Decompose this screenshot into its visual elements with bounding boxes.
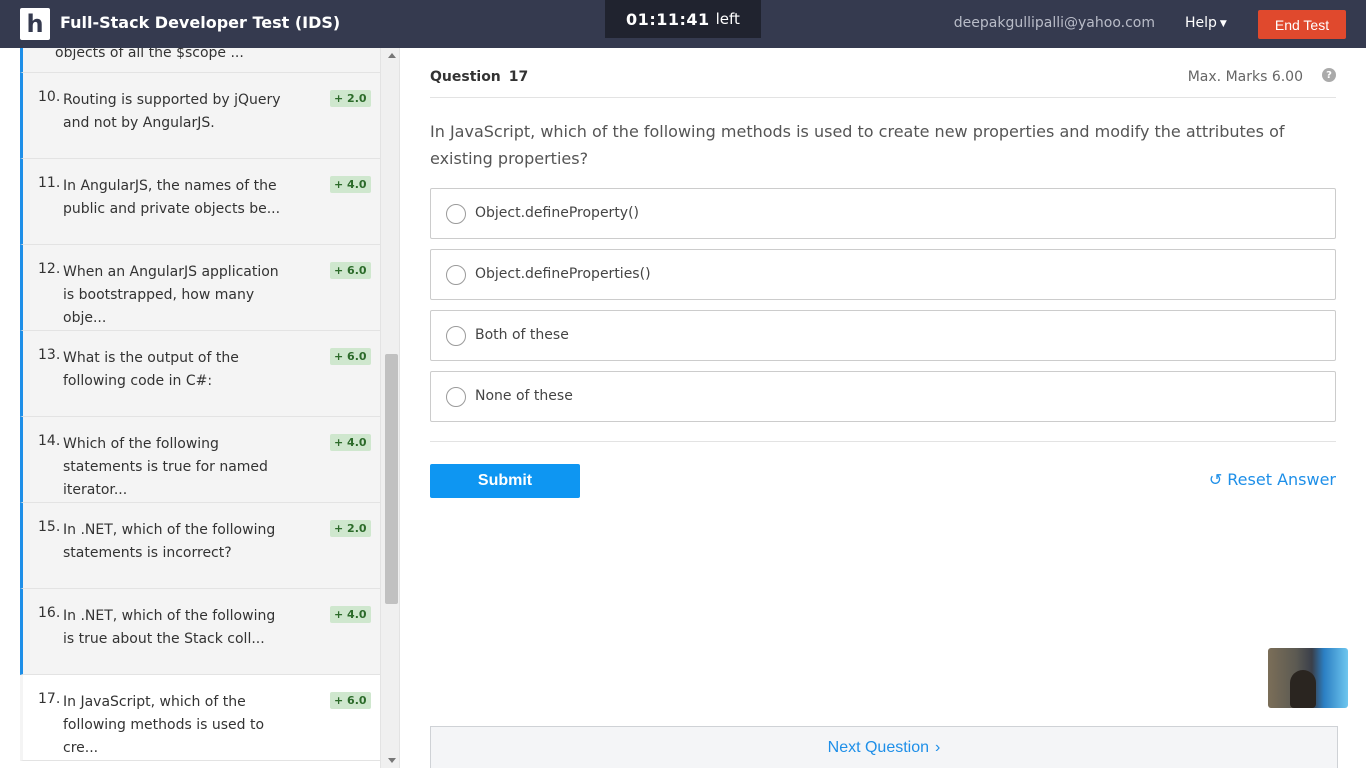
question-summary: Routing is supported by jQuery and not b… xyxy=(63,92,281,131)
reset-icon: ↺ xyxy=(1208,470,1223,489)
sidebar-scrollbar[interactable] xyxy=(380,48,399,768)
sidebar-item-question[interactable]: 17. In JavaScript, which of the following… xyxy=(20,675,380,761)
question-number: 15. xyxy=(38,519,61,535)
option-label: Object.defineProperties() xyxy=(475,266,651,282)
question-text: In JavaScript, which of the following me… xyxy=(430,122,1285,168)
chevron-right-icon: › xyxy=(935,739,941,756)
sidebar-item-question[interactable]: 10. Routing is supported by jQuery and no… xyxy=(20,73,380,159)
max-marks: Max. Marks 6.00 xyxy=(1187,69,1303,85)
scroll-down-arrow-icon[interactable] xyxy=(388,758,396,763)
radio-button[interactable] xyxy=(446,326,466,346)
option-label: None of these xyxy=(475,388,573,404)
webcam-preview xyxy=(1268,648,1348,708)
end-test-button[interactable]: End Test xyxy=(1258,10,1346,39)
submit-button[interactable]: Submit xyxy=(430,464,580,498)
question-number-value: 17 xyxy=(508,69,529,85)
question-number: 13. xyxy=(38,347,61,363)
marks-badge: + 2.0 xyxy=(330,520,371,537)
question-panel: Question 17 Max. Marks 6.00 ? In JavaScri… xyxy=(430,48,1336,498)
reset-answer-link[interactable]: ↺ Reset Answer xyxy=(1209,470,1336,489)
question-label: Question xyxy=(430,69,501,85)
help-icon[interactable]: ? xyxy=(1322,68,1336,82)
question-summary: objects of all the $scope ... xyxy=(55,48,244,61)
help-label: Help xyxy=(1185,15,1217,31)
marks-badge: + 6.0 xyxy=(330,348,371,365)
marks-badge: + 4.0 xyxy=(330,606,371,623)
question-number: 14. xyxy=(38,433,61,449)
option-2[interactable]: Object.defineProperties() xyxy=(430,249,1336,300)
test-title: Full-Stack Developer Test (IDS) xyxy=(60,13,341,32)
marks-badge: + 6.0 xyxy=(330,692,371,709)
question-number: 10. xyxy=(38,89,61,105)
sidebar-item-question[interactable]: 11. In AngularJS, the names of the public… xyxy=(20,159,380,245)
question-number: 11. xyxy=(38,175,61,191)
scroll-thumb[interactable] xyxy=(385,354,398,604)
option-label: Object.defineProperty() xyxy=(475,205,640,221)
scroll-up-arrow-icon[interactable] xyxy=(388,53,396,58)
option-label: Both of these xyxy=(475,327,569,343)
question-summary: Which of the following statements is tru… xyxy=(63,436,268,498)
help-menu[interactable]: Help ▼ xyxy=(1185,15,1227,31)
user-email: deepakgullipalli@yahoo.com xyxy=(953,15,1155,31)
next-label: Next Question xyxy=(827,739,930,756)
sidebar-item-question[interactable]: 14. Which of the following statements is … xyxy=(20,417,380,503)
question-summary: In .NET, which of the following is true … xyxy=(63,608,276,647)
question-number: 17. xyxy=(38,691,61,707)
marks-badge: + 4.0 xyxy=(330,176,371,193)
option-1[interactable]: Object.defineProperty() xyxy=(430,188,1336,239)
next-question-button[interactable]: Next Question › xyxy=(430,726,1338,768)
question-summary: In .NET, which of the following statemen… xyxy=(63,522,276,561)
question-summary: When an AngularJS application is bootstr… xyxy=(63,264,279,326)
question-number: 16. xyxy=(38,605,61,621)
question-summary: In AngularJS, the names of the public an… xyxy=(63,178,281,217)
webcam-person-image xyxy=(1290,670,1316,708)
sidebar-item-question[interactable]: 16. In .NET, which of the following is tr… xyxy=(20,589,380,675)
sidebar-item-question[interactable]: 15. In .NET, which of the following state… xyxy=(20,503,380,589)
question-summary: What is the output of the following code… xyxy=(63,350,239,389)
question-header: Question 17 Max. Marks 6.00 ? xyxy=(430,48,1336,98)
timer: 01:11:41 left xyxy=(605,0,761,38)
question-sidebar: objects of all the $scope ... 10. Routing… xyxy=(20,48,400,768)
question-list: objects of all the $scope ... 10. Routing… xyxy=(20,48,380,761)
question-number: 12. xyxy=(38,261,61,277)
radio-button[interactable] xyxy=(446,387,466,407)
marks-badge: + 6.0 xyxy=(330,262,371,279)
marks-badge: + 2.0 xyxy=(330,90,371,107)
timer-value: 01:11:41 xyxy=(626,9,710,29)
radio-button[interactable] xyxy=(446,265,466,285)
option-3[interactable]: Both of these xyxy=(430,310,1336,361)
reset-label: Reset Answer xyxy=(1227,470,1336,489)
sidebar-item-question[interactable]: 13. What is the output of the following c… xyxy=(20,331,380,417)
caret-down-icon: ▼ xyxy=(1219,19,1227,29)
top-bar: h Full-Stack Developer Test (IDS) 01:11:… xyxy=(0,0,1366,48)
radio-button[interactable] xyxy=(446,204,466,224)
hackerearth-logo: h xyxy=(20,8,50,40)
divider xyxy=(430,441,1336,442)
question-summary: In JavaScript, which of the following me… xyxy=(63,694,265,756)
question-number: Question 17 xyxy=(430,69,528,85)
option-4[interactable]: None of these xyxy=(430,371,1336,422)
sidebar-item-partial[interactable]: objects of all the $scope ... xyxy=(20,48,380,73)
marks-badge: + 4.0 xyxy=(330,434,371,451)
sidebar-item-question[interactable]: 12. When an AngularJS application is boot… xyxy=(20,245,380,331)
timer-suffix: left xyxy=(715,10,740,28)
